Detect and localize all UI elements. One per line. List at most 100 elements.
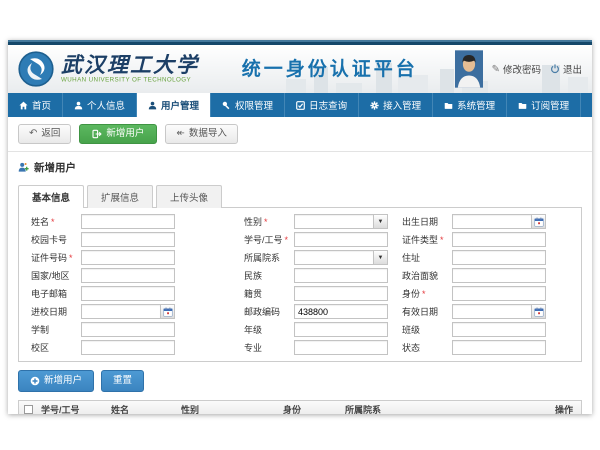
form-field-8: 住址: [394, 250, 577, 265]
nav-item-4[interactable]: 日志查询: [285, 93, 359, 117]
form-field-1: 性别*▼: [236, 214, 394, 229]
form-tabs: 基本信息扩展信息上传头像: [8, 179, 592, 207]
field-input-10[interactable]: [294, 268, 388, 283]
field-input-8[interactable]: [452, 250, 546, 265]
form-field-11: 政治面貌: [394, 268, 577, 283]
form-field-label: 学制: [23, 323, 81, 336]
required-asterisk: *: [69, 253, 73, 263]
add-user-panel-icon: [18, 162, 29, 173]
form-field-label: 校区: [23, 341, 81, 354]
app-window: 武汉理工大学 WUHAN UNIVERSITY OF TECHNOLOGY 统一…: [8, 40, 592, 414]
field-input-9[interactable]: [81, 268, 175, 283]
nav-item-1[interactable]: 个人信息: [63, 93, 137, 117]
date-picker-button[interactable]: [531, 304, 546, 319]
field-input-13[interactable]: [294, 286, 388, 301]
dropdown-button[interactable]: ▼: [373, 250, 388, 265]
input-wrap: [81, 232, 175, 247]
user-box: ✎ 修改密码 退出: [455, 50, 582, 88]
nav-item-7[interactable]: 订阅管理: [507, 93, 581, 117]
field-input-21[interactable]: [81, 340, 175, 355]
form-field-18: 学制: [23, 322, 236, 337]
toolbar: ↶ 返回 新增用户 ↞ 数据导入: [8, 117, 592, 152]
nav-item-2[interactable]: 用户管理: [137, 93, 211, 117]
field-input-20[interactable]: [452, 322, 546, 337]
logout-link[interactable]: 退出: [550, 62, 582, 76]
add-user-submit-button[interactable]: 新增用户: [18, 370, 94, 392]
field-input-19[interactable]: [294, 322, 388, 337]
checklist-icon: [296, 101, 305, 110]
brand: 武汉理工大学 WUHAN UNIVERSITY OF TECHNOLOGY 统一…: [18, 51, 418, 87]
form-field-label: 班级: [394, 323, 452, 336]
select-all-checkbox[interactable]: [24, 405, 33, 414]
field-input-11[interactable]: [452, 268, 546, 283]
brand-text: 武汉理工大学 WUHAN UNIVERSITY OF TECHNOLOGY: [61, 54, 228, 85]
form-field-label: 住址: [394, 251, 452, 264]
tab-2[interactable]: 上传头像: [156, 185, 222, 208]
input-wrap: [452, 304, 546, 319]
input-wrap: [452, 250, 546, 265]
form-field-label: 身份*: [394, 287, 452, 300]
field-input-1[interactable]: [294, 214, 373, 229]
form-field-label: 国家/地区: [23, 269, 81, 282]
date-picker-button[interactable]: [160, 304, 175, 319]
back-button[interactable]: ↶ 返回: [18, 124, 71, 144]
input-wrap: [294, 322, 388, 337]
date-picker-button[interactable]: [531, 214, 546, 229]
form-field-16: 邮政编码: [236, 304, 394, 319]
circle-plus-icon: [30, 376, 40, 386]
users-icon: [148, 101, 157, 110]
change-password-label: 修改密码: [503, 62, 541, 76]
university-name-en: WUHAN UNIVERSITY OF TECHNOLOGY: [61, 76, 191, 83]
data-import-button[interactable]: ↞ 数据导入: [165, 124, 237, 144]
field-input-16[interactable]: [294, 304, 388, 319]
key-icon: [222, 101, 231, 110]
table-column-header-1: 姓名: [107, 403, 177, 414]
calendar-icon: [534, 307, 544, 317]
change-password-link[interactable]: ✎ 修改密码: [492, 62, 541, 76]
field-input-17[interactable]: [452, 304, 531, 319]
table-column-header-4: 所属院系: [341, 403, 551, 414]
panel-title: 新增用户: [34, 160, 76, 175]
tab-1[interactable]: 扩展信息: [87, 185, 153, 208]
table-column-header-0: 学号/工号: [37, 403, 107, 414]
field-input-23[interactable]: [452, 340, 546, 355]
table-column-header-2: 性别: [177, 403, 279, 414]
field-input-3[interactable]: [81, 232, 175, 247]
input-wrap: [294, 340, 388, 355]
nav-item-0[interactable]: 首页: [8, 93, 63, 117]
nav-item-label: 接入管理: [383, 98, 421, 112]
field-input-0[interactable]: [81, 214, 175, 229]
input-wrap: ▼: [294, 250, 388, 265]
field-input-7[interactable]: [294, 250, 373, 265]
new-user-toolbar-button[interactable]: 新增用户: [79, 124, 157, 144]
field-input-22[interactable]: [294, 340, 388, 355]
nav-item-3[interactable]: 权限管理: [211, 93, 285, 117]
field-input-12[interactable]: [81, 286, 175, 301]
dropdown-button[interactable]: ▼: [373, 214, 388, 229]
table-column-header-5: 操作: [551, 403, 577, 414]
nav-item-6[interactable]: 系统管理: [433, 93, 507, 117]
field-input-5[interactable]: [452, 232, 546, 247]
form-field-13: 籍贯: [236, 286, 394, 301]
input-wrap: [81, 340, 175, 355]
form-box: 姓名*性别*▼出生日期校园卡号学号/工号*证件类型*证件号码*所属院系▼住址国家…: [18, 207, 582, 362]
reset-label: 重置: [113, 375, 132, 387]
nav-item-5[interactable]: 接入管理: [359, 93, 433, 117]
input-wrap: [452, 286, 546, 301]
form-field-7: 所属院系 ▼: [236, 250, 394, 265]
user-avatar: [455, 50, 483, 88]
field-input-6[interactable]: [81, 250, 175, 265]
form-field-label: 所属院系: [236, 251, 294, 264]
reset-button[interactable]: 重置: [101, 370, 144, 392]
field-input-14[interactable]: [452, 286, 546, 301]
form-field-label: 进校日期: [23, 305, 81, 318]
field-input-4[interactable]: [294, 232, 388, 247]
form-field-label: 有效日期: [394, 305, 452, 318]
field-input-15[interactable]: [81, 304, 160, 319]
field-input-2[interactable]: [452, 214, 531, 229]
field-input-18[interactable]: [81, 322, 175, 337]
tab-0[interactable]: 基本信息: [18, 185, 84, 208]
logout-label: 退出: [563, 62, 582, 76]
input-wrap: [81, 268, 175, 283]
form-field-label: 专业: [236, 341, 294, 354]
